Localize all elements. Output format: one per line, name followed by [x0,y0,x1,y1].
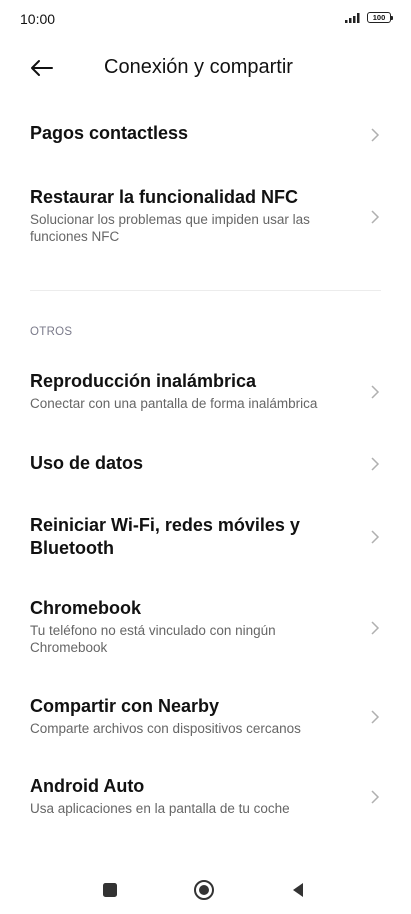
item-subtitle: Comparte archivos con dispositivos cerca… [30,721,301,736]
item-subtitle: Tu teléfono no está vinculado con ningún… [30,623,276,655]
battery-icon: 100 [367,12,393,23]
item-title: Reproducción inalámbrica [30,371,257,391]
chevron-right-icon [371,530,380,544]
system-nav-bar [0,870,411,910]
item-title: Compartir con Nearby [30,696,220,716]
item-title: Android Auto [30,776,145,796]
back-triangle-icon[interactable] [286,878,310,902]
chevron-right-icon [371,457,380,471]
status-bar: 10:00 100 [0,0,411,40]
item-title: Restaurar la funcionalidad NFC [30,187,299,207]
chevron-right-icon [371,128,380,142]
item-title: Reiniciar Wi-Fi, redes móviles y Bluetoo… [30,515,300,558]
chevron-right-icon [371,385,380,399]
settings-item-data-usage[interactable]: Uso de datos [30,452,381,476]
item-subtitle: Solucionar los problemas que impiden usa… [30,212,310,244]
page-title: Conexión y compartir [104,56,293,78]
settings-item-android-auto[interactable]: Android Auto Usa aplicaciones en la pant… [30,775,381,819]
arrow-left-icon[interactable] [28,54,56,82]
status-icons: 100 [345,12,393,23]
settings-item-nearby-share[interactable]: Compartir con Nearby Comparte archivos c… [30,695,381,739]
section-divider [30,290,381,291]
section-label-others: OTROS [30,326,73,338]
settings-item-contactless-payments[interactable]: Pagos contactless [30,122,381,148]
settings-item-reset-network[interactable]: Reiniciar Wi-Fi, redes móviles y Bluetoo… [30,514,381,560]
item-subtitle: Conectar con una pantalla de forma inalá… [30,396,318,411]
status-time: 10:00 [20,11,56,27]
chevron-right-icon [371,210,380,224]
item-title: Uso de datos [30,453,144,473]
settings-item-restore-nfc[interactable]: Restaurar la funcionalidad NFC Soluciona… [30,186,381,248]
chevron-right-icon [371,710,380,724]
item-title: Pagos contactless [30,123,189,143]
signal-icon [345,13,360,23]
recents-square-icon[interactable] [98,878,122,902]
item-title: Chromebook [30,598,142,618]
settings-item-wireless-display[interactable]: Reproducción inalámbrica Conectar con un… [30,370,381,414]
home-circle-icon[interactable] [192,878,216,902]
app-header: Conexión y compartir [0,48,411,88]
settings-item-chromebook[interactable]: Chromebook Tu teléfono no está vinculado… [30,597,381,659]
item-subtitle: Usa aplicaciones en la pantalla de tu co… [30,801,290,816]
chevron-right-icon [371,621,380,635]
chevron-right-icon [371,790,380,804]
